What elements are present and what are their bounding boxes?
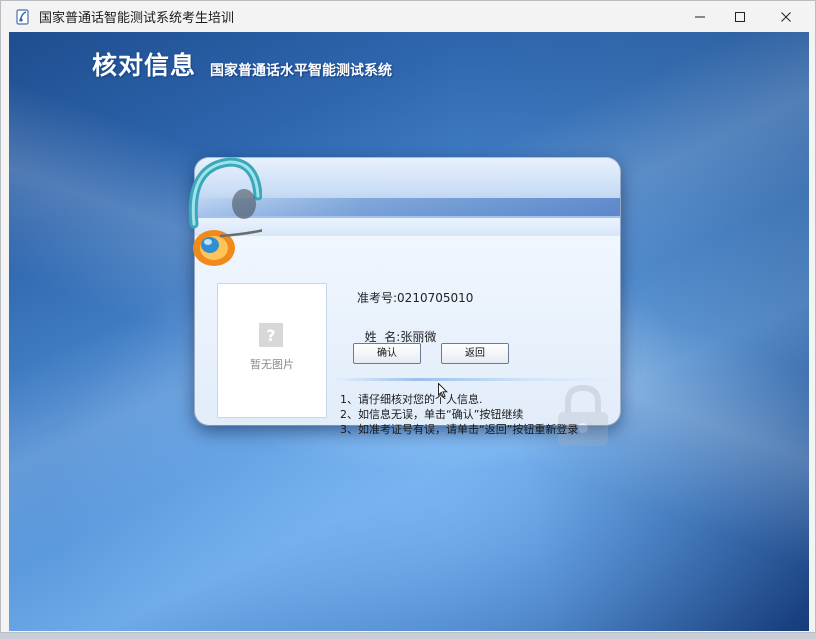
instruction-item: 3、如准考证号有误，请单击“返回”按钮重新登录 xyxy=(340,423,579,436)
dialog-title: 核对信息 xyxy=(92,51,197,80)
minimize-icon xyxy=(695,16,705,17)
image-placeholder-icon: ? xyxy=(259,323,283,347)
candidate-name-value: 张丽微 xyxy=(400,330,437,344)
dialog-divider xyxy=(333,378,617,381)
candidate-name-row: 姓 名:张丽微 xyxy=(357,314,437,345)
ticket-number-row: 准考号:0210705010 xyxy=(357,289,473,306)
maximize-button[interactable] xyxy=(717,1,763,32)
window-title: 国家普通话智能测试系统考生培训 xyxy=(39,11,235,26)
ticket-number-value: 0210705010 xyxy=(397,291,474,305)
dialog-subtitle: 国家普通话水平智能测试系统 xyxy=(210,63,392,79)
mouse-cursor-icon xyxy=(438,383,448,398)
confirm-button[interactable]: 确认 xyxy=(353,343,421,364)
instruction-item: 1、请仔细核对您的个人信息. xyxy=(340,393,483,406)
close-icon xyxy=(781,11,791,22)
candidate-photo: ? 暂无图片 xyxy=(217,283,327,418)
maximize-icon xyxy=(735,11,745,22)
back-button[interactable]: 返回 xyxy=(441,343,509,364)
candidate-name-label: 姓 名: xyxy=(364,330,401,344)
photo-placeholder-text: 暂无图片 xyxy=(250,358,294,371)
taskbar-edge xyxy=(0,633,816,639)
instructions: 1、请仔细核对您的个人信息. 2、如信息无误，单击“确认”按钮继续 3、如准考证… xyxy=(340,392,578,437)
app-logo-icon xyxy=(16,8,29,25)
headset-icon xyxy=(188,157,262,266)
instruction-item: 2、如信息无误，单击“确认”按钮继续 xyxy=(340,408,524,421)
close-button[interactable] xyxy=(763,1,809,32)
title-bar[interactable]: 国家普通话智能测试系统考生培训 xyxy=(1,1,815,32)
ticket-number-label: 准考号: xyxy=(357,291,398,305)
